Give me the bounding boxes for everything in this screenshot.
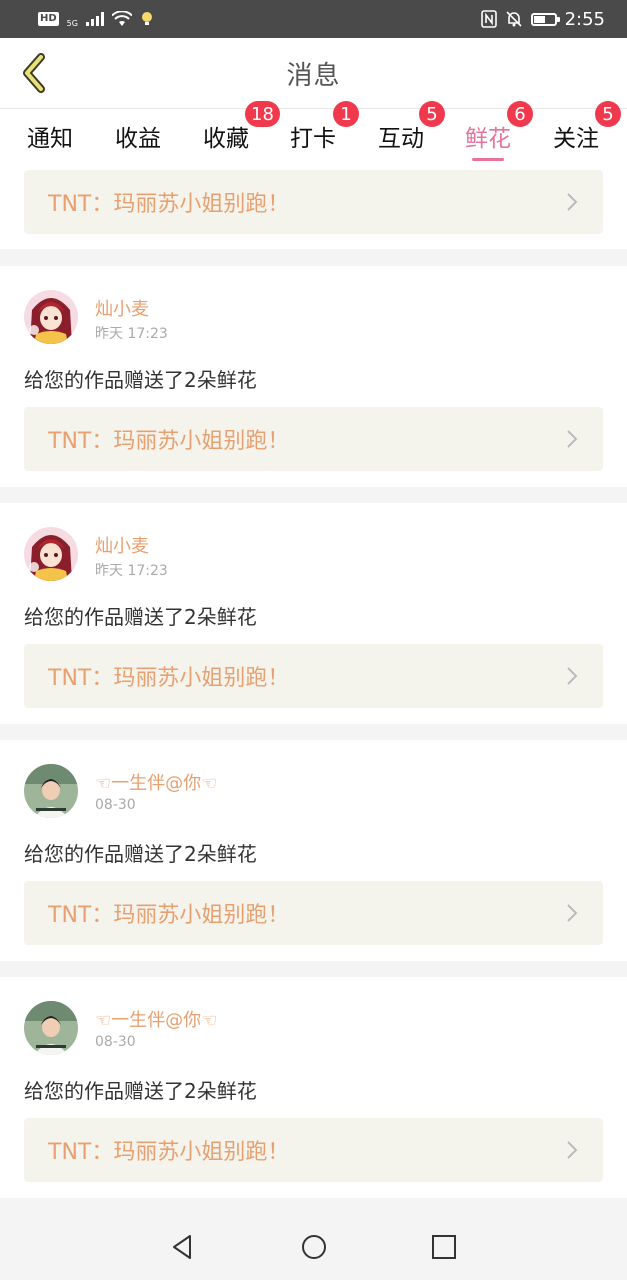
home-circle-icon [302, 1235, 326, 1259]
status-left: HD 5G [38, 10, 154, 28]
work-link[interactable]: TNT：玛丽苏小姐别跑！ [24, 407, 603, 471]
battery-icon [530, 12, 560, 26]
timestamp: 08-30 [95, 1034, 136, 1050]
recents-square-icon [432, 1235, 456, 1259]
mute-bell-icon [505, 10, 523, 28]
message-text: 给您的作品赠送了2朵鲜花 [24, 842, 257, 866]
feed-card: 灿小麦 昨天 17:23 给您的作品赠送了2朵鲜花 TNT：玛丽苏小姐别跑！ [0, 266, 627, 487]
tab-label: 鲜花 [465, 126, 511, 152]
message-text: 给您的作品赠送了2朵鲜花 [24, 605, 257, 629]
tab-checkin[interactable]: 打卡 1 [278, 101, 359, 163]
hd-icon: HD [38, 12, 59, 26]
work-link[interactable]: TNT：玛丽苏小姐别跑！ [24, 170, 603, 234]
work-title: TNT：玛丽苏小姐别跑！ [48, 1140, 290, 1165]
wifi-icon [111, 11, 132, 27]
tab-label: 打卡 [290, 126, 336, 152]
tab-notice[interactable]: 通知 [15, 109, 85, 163]
work-link[interactable]: TNT：玛丽苏小姐别跑！ [24, 644, 603, 708]
tab-label: 收藏 [203, 126, 249, 152]
username[interactable]: ☜一生伴@你☜ [95, 769, 217, 795]
back-button[interactable] [12, 50, 56, 96]
work-title: TNT：玛丽苏小姐别跑！ [48, 903, 290, 928]
nav-home-button[interactable] [299, 1232, 329, 1262]
signal-icon [85, 12, 104, 26]
username[interactable]: 灿小麦 [95, 532, 149, 558]
nav-recents-button[interactable] [429, 1232, 459, 1262]
work-title: TNT：玛丽苏小姐别跑！ [48, 429, 290, 454]
nav-back-button[interactable] [168, 1232, 198, 1262]
unread-badge: 6 [507, 101, 533, 127]
feed-card-partial: TNT：玛丽苏小姐别跑！ [0, 163, 627, 249]
avatar[interactable] [24, 527, 78, 581]
feed-card: 灿小麦 昨天 17:23 给您的作品赠送了2朵鲜花 TNT：玛丽苏小姐别跑！ [0, 503, 627, 724]
status-right: 2:55 [480, 8, 605, 30]
timestamp: 昨天 17:23 [95, 326, 168, 342]
avatar[interactable] [24, 290, 78, 344]
tab-flowers[interactable]: 鲜花 6 [453, 101, 533, 163]
chevron-right-icon [567, 904, 578, 922]
nfc-icon [480, 10, 497, 28]
username[interactable]: 灿小麦 [95, 295, 149, 321]
unread-badge: 5 [419, 101, 445, 127]
app-header: 消息 [0, 38, 627, 109]
chevron-right-icon [567, 667, 578, 685]
tab-label: 通知 [27, 126, 73, 152]
chevron-right-icon [567, 430, 578, 448]
tab-label: 互动 [378, 126, 424, 152]
chevron-left-icon [23, 53, 45, 93]
unread-badge: 1 [333, 101, 359, 127]
username[interactable]: ☜一生伴@你☜ [95, 1006, 217, 1032]
tab-label: 收益 [115, 126, 161, 152]
avatar[interactable] [24, 764, 78, 818]
work-link[interactable]: TNT：玛丽苏小姐别跑！ [24, 881, 603, 945]
unread-badge: 5 [595, 101, 621, 127]
work-title: TNT：玛丽苏小姐别跑！ [48, 666, 290, 691]
page-title: 消息 [286, 60, 341, 91]
message-text: 给您的作品赠送了2朵鲜花 [24, 1079, 257, 1103]
tab-favorites[interactable]: 收藏 18 [191, 101, 280, 163]
timestamp: 昨天 17:23 [95, 563, 168, 579]
feed-card: ☜一生伴@你☜ 08-30 给您的作品赠送了2朵鲜花 TNT：玛丽苏小姐别跑！ [0, 740, 627, 961]
avatar[interactable] [24, 1001, 78, 1055]
tab-follow[interactable]: 关注 5 [541, 101, 621, 163]
chevron-right-icon [567, 193, 578, 211]
message-text: 给您的作品赠送了2朵鲜花 [24, 368, 257, 392]
feed-card: ☜一生伴@你☜ 08-30 给您的作品赠送了2朵鲜花 TNT：玛丽苏小姐别跑！ [0, 977, 627, 1198]
work-title: TNT：玛丽苏小姐别跑！ [48, 192, 290, 217]
timestamp: 08-30 [95, 797, 136, 813]
bulb-icon [140, 11, 154, 27]
chevron-right-icon [567, 1141, 578, 1159]
work-link[interactable]: TNT：玛丽苏小姐别跑！ [24, 1118, 603, 1182]
back-triangle-icon [173, 1235, 191, 1259]
tab-earnings[interactable]: 收益 [103, 109, 173, 163]
clock: 2:55 [564, 8, 605, 30]
unread-badge: 18 [245, 101, 280, 127]
status-bar: HD 5G 2:55 [0, 0, 627, 38]
network-type: 5G [66, 19, 78, 28]
category-tabs: 通知 收益 收藏 18 打卡 1 互动 5 鲜花 6 关注 5 [0, 101, 627, 163]
system-nav-bar [0, 1212, 627, 1280]
tab-interaction[interactable]: 互动 5 [366, 101, 445, 163]
tab-label: 关注 [553, 126, 599, 152]
